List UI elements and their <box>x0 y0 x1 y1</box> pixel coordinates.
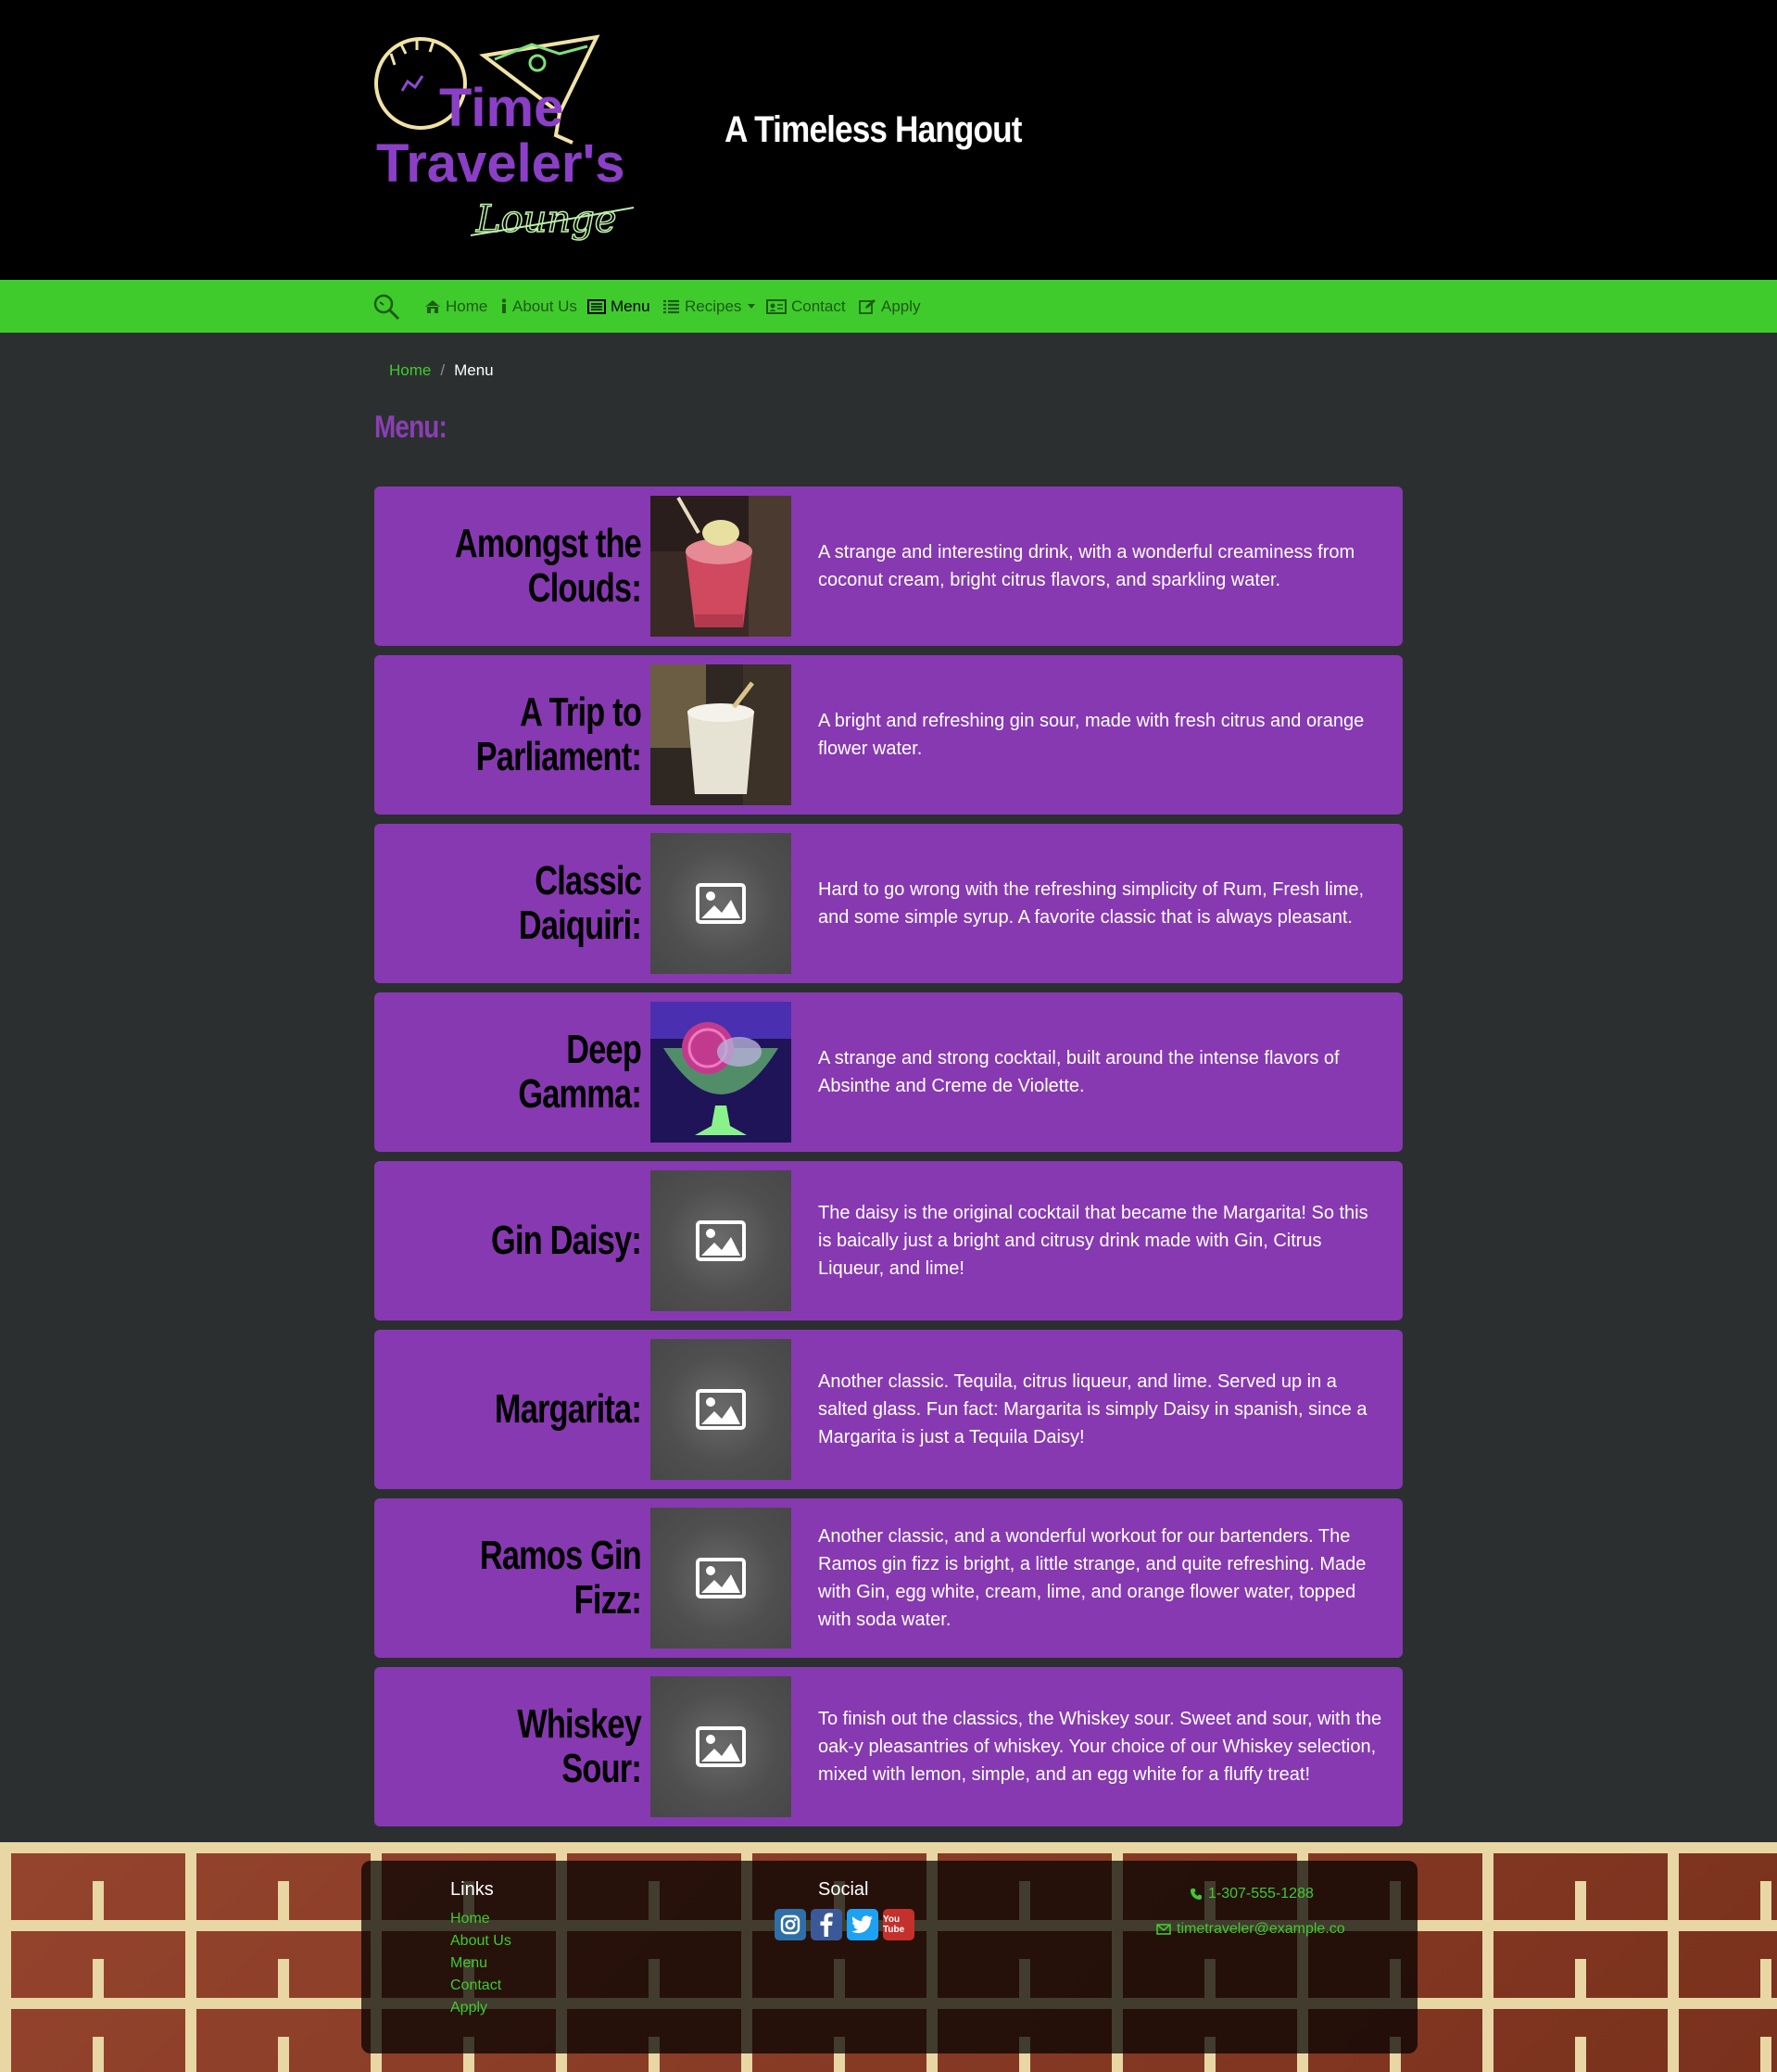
menu-item-image-placeholder <box>650 1508 791 1649</box>
menu-item-image-placeholder <box>650 1170 791 1311</box>
breadcrumb-current: Menu <box>454 361 494 379</box>
footer-link-about-us[interactable]: About Us <box>450 1933 511 1950</box>
nav-home-label: Home <box>446 297 488 315</box>
contact-card-icon <box>766 298 787 314</box>
nav-about-us[interactable]: About Us <box>500 280 577 333</box>
nav-home[interactable]: Home <box>424 280 487 333</box>
page-title: Menu: <box>374 410 447 445</box>
footer-email[interactable]: timetraveler@example.co <box>1156 1921 1345 1938</box>
logo-text-time: Time <box>439 78 563 138</box>
nav-recipes-label: Recipes <box>685 297 742 315</box>
logo-text-travelers: Traveler's <box>376 133 625 194</box>
menu-item-card: Margarita: Another classic. Tequila, cit… <box>374 1330 1403 1489</box>
menu-item-name: A Trip to Parliament: <box>475 689 642 779</box>
menu-item-description: The daisy is the original cocktail that … <box>818 1203 1368 1279</box>
menu-card-icon <box>587 298 606 314</box>
menu-item-card: Classic Daiquiri: Hard to go wrong with … <box>374 824 1403 983</box>
nav-contact-label: Contact <box>791 297 846 315</box>
footer-links-heading: Links <box>450 1879 494 1900</box>
list-icon <box>663 299 679 313</box>
menu-item-image-placeholder <box>650 1676 791 1817</box>
info-icon <box>501 298 507 313</box>
twitter-icon[interactable] <box>847 1909 878 1940</box>
envelope-icon <box>1156 1924 1171 1935</box>
site-tagline: A Timeless Hangout <box>725 109 1022 150</box>
site-header: Time Traveler's Lounge A Timeless Hangou… <box>0 0 1777 280</box>
breadcrumb: Home / Menu <box>389 361 494 380</box>
footer-phone-text: 1-307-555-1288 <box>1208 1886 1314 1901</box>
chevron-down-icon <box>748 304 756 309</box>
image-placeholder-icon <box>696 1220 746 1261</box>
nav-contact[interactable]: Contact <box>766 280 846 333</box>
menu-item-description: A strange and strong cocktail, built aro… <box>818 1048 1340 1096</box>
facebook-icon[interactable] <box>811 1909 842 1940</box>
menu-item-card: Ramos Gin Fizz: Another classic, and a w… <box>374 1498 1403 1658</box>
main-navbar: Home About Us Menu Recipes Contact Apply <box>0 280 1777 333</box>
menu-item-photo <box>650 496 791 637</box>
youtube-icon-text: You Tube <box>883 1914 905 1935</box>
nav-recipes-dropdown[interactable]: Recipes <box>662 280 756 333</box>
menu-item-image-placeholder <box>650 833 791 974</box>
menu-item-card: Gin Daisy: The daisy is the original coc… <box>374 1161 1403 1320</box>
menu-item-description: Another classic. Tequila, citrus liqueur… <box>818 1371 1367 1447</box>
menu-item-name: Classic Daiquiri: <box>518 858 642 948</box>
breadcrumb-separator: / <box>440 361 446 379</box>
menu-item-image-placeholder <box>650 1339 791 1480</box>
instagram-icon[interactable] <box>775 1909 806 1940</box>
menu-item-description: To finish out the classics, the Whiskey … <box>818 1709 1382 1785</box>
menu-item-photo <box>650 1002 791 1143</box>
youtube-icon[interactable]: You Tube <box>883 1909 914 1940</box>
footer-link-apply[interactable]: Apply <box>450 2000 487 2016</box>
image-placeholder-icon <box>696 883 746 924</box>
menu-item-card: Amongst the Clouds: A strange and intere… <box>374 486 1403 646</box>
menu-item-name: Deep Gamma: <box>518 1027 641 1117</box>
image-placeholder-icon <box>696 1389 746 1430</box>
nav-menu[interactable]: Menu <box>587 280 650 333</box>
menu-item-name: Margarita: <box>494 1386 642 1432</box>
breadcrumb-home-link[interactable]: Home <box>389 361 431 380</box>
social-links: You Tube <box>775 1909 914 1940</box>
footer-email-text: timetraveler@example.co <box>1177 1921 1345 1937</box>
logo-text-lounge: Lounge <box>475 198 616 241</box>
menu-item-card: Whiskey Sour: To finish out the classics… <box>374 1667 1403 1826</box>
footer-phone[interactable]: 1-307-555-1288 <box>1190 1886 1314 1902</box>
menu-item-name: Gin Daisy: <box>491 1218 642 1263</box>
footer-link-contact[interactable]: Contact <box>450 1977 501 1994</box>
image-placeholder-icon <box>696 1558 746 1598</box>
nav-menu-label: Menu <box>611 297 650 315</box>
footer-link-home[interactable]: Home <box>450 1911 490 1927</box>
home-icon <box>425 299 440 313</box>
menu-item-description: A bright and refreshing gin sour, made w… <box>818 711 1365 759</box>
nav-apply-label: Apply <box>881 297 921 315</box>
menu-item-name: Amongst the Clouds: <box>454 521 642 611</box>
site-logo[interactable]: Time Traveler's Lounge <box>374 26 643 245</box>
menu-item-photo <box>650 664 791 805</box>
menu-item-description: Hard to go wrong with the refreshing sim… <box>818 879 1365 928</box>
brand-magnifier-icon[interactable] <box>371 291 402 322</box>
image-placeholder-icon <box>696 1726 746 1767</box>
phone-icon <box>1191 1889 1202 1900</box>
edit-icon <box>859 299 876 314</box>
menu-item-description: A strange and interesting drink, with a … <box>818 542 1355 590</box>
menu-item-name: Ramos Gin Fizz: <box>479 1533 642 1623</box>
nav-apply[interactable]: Apply <box>859 280 921 333</box>
nav-about-us-label: About Us <box>512 297 577 315</box>
footer-social-heading: Social <box>818 1879 869 1900</box>
footer-link-menu[interactable]: Menu <box>450 1955 487 1972</box>
menu-item-card: Deep Gamma: A strange and strong cocktai… <box>374 992 1403 1152</box>
menu-item-description: Another classic, and a wonderful workout… <box>818 1526 1367 1630</box>
menu-item-card: A Trip to Parliament: A bright and refre… <box>374 655 1403 815</box>
menu-item-name: Whiskey Sour: <box>517 1701 642 1791</box>
